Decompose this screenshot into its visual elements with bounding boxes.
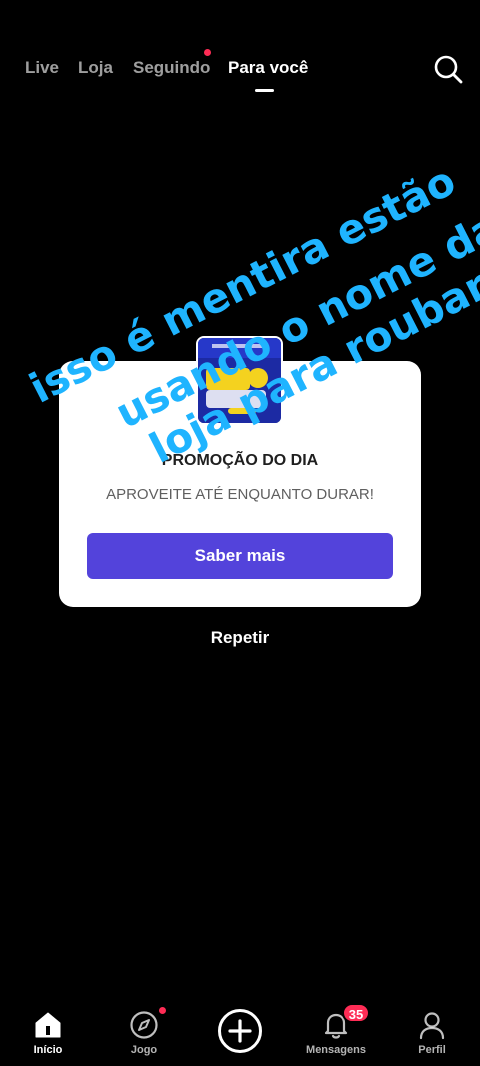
nav-game-label: Jogo xyxy=(130,1044,158,1056)
nav-profile-label: Perfil xyxy=(418,1044,446,1056)
nav-game[interactable]: Jogo xyxy=(96,1000,192,1066)
tab-loja[interactable]: Loja xyxy=(78,58,113,78)
promo-title: PROMOÇÃO DO DIA xyxy=(161,452,319,469)
active-tab-indicator xyxy=(255,89,274,92)
bottom-nav: Início Jogo Mensagens Perfil xyxy=(0,1000,480,1066)
promo-thumbnail xyxy=(196,336,283,425)
home-icon xyxy=(35,1012,61,1038)
promo-subtitle: APROVEITE ATÉ ENQUANTO DURAR! xyxy=(106,486,374,503)
messages-badge: 35 xyxy=(342,1003,370,1023)
person-icon xyxy=(419,1012,445,1040)
tab-live[interactable]: Live xyxy=(25,58,59,78)
repeat-button[interactable]: Repetir xyxy=(0,628,480,648)
top-nav: Live Loja Seguindo Para você xyxy=(0,0,480,100)
nav-home-label: Início xyxy=(33,1044,63,1056)
learn-more-button[interactable]: Saber mais xyxy=(87,533,393,579)
nav-profile[interactable]: Perfil xyxy=(384,1000,480,1066)
nav-messages-label: Mensagens xyxy=(306,1044,366,1056)
plus-icon xyxy=(218,1009,262,1053)
nav-create[interactable] xyxy=(192,1000,288,1066)
notification-dot xyxy=(159,1007,166,1014)
notification-dot xyxy=(204,49,211,56)
search-icon xyxy=(434,55,463,84)
tab-para-voce[interactable]: Para você xyxy=(228,58,308,78)
nav-home[interactable]: Início xyxy=(0,1000,96,1066)
compass-icon xyxy=(130,1011,158,1039)
tab-seguindo[interactable]: Seguindo xyxy=(133,58,210,78)
search-button[interactable] xyxy=(432,53,464,85)
